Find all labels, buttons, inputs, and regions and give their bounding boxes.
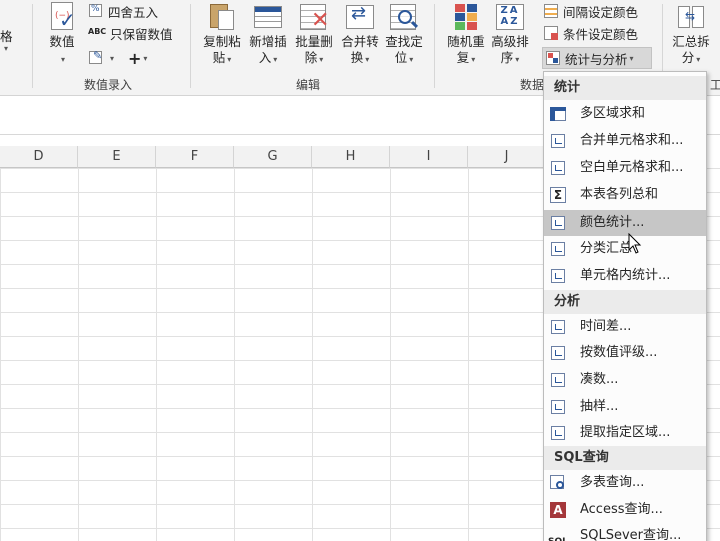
edit-sheet-icon: ✎ [88,49,104,66]
sheet-icon [550,399,566,415]
menu-item-time-difference[interactable]: 时间差... [544,314,706,340]
delete-sheet-icon: ✕ [299,2,329,32]
sheet-icon [550,425,566,441]
stats-analysis-button[interactable]: 统计与分析 ▾ [542,47,652,69]
chevron-down-icon: ▾ [471,55,476,64]
stats-sheet-icon [545,50,561,66]
chevron-down-icon: ▾ [273,55,278,64]
random-repeat-button[interactable]: 随机重 复 ▾ [444,2,488,68]
group-separator [32,4,33,88]
menu-section-statistics: 统计 [544,76,706,100]
sheet-icon [550,345,566,361]
menu-item-merged-cell-sum[interactable]: 合并单元格求和... [544,128,706,154]
sheet-icon [550,160,566,176]
menu-section-analysis: 分析 [544,290,706,314]
chevron-down-icon: ▾ [60,55,65,64]
menu-item-sampling[interactable]: 抽样... [544,394,706,420]
chevron-down-icon: ▾ [4,44,9,53]
sort-az-icon: ZAAZ [495,2,525,32]
access-icon: A [550,502,566,518]
group-label-data: 数据 [520,78,545,92]
plus-button[interactable]: + ▾ [128,47,147,69]
menu-item-make-up-number[interactable]: 凑数... [544,367,706,393]
insert-rows-icon [253,2,283,32]
copy-paste-button[interactable]: 复制粘 贴 ▾ [200,2,244,68]
menu-item-multi-area-sum[interactable]: 多区域求和 [544,101,706,127]
chevron-down-icon: ▾ [110,53,115,63]
column-header-f[interactable]: F [156,146,234,168]
merge-convert-icon: ⇄ [345,2,375,32]
edit-check-button[interactable]: ✎ ▾ [88,47,114,69]
keep-value-button[interactable]: ABC 只保留数值 [88,22,173,44]
sigma-icon: Σ [550,187,566,203]
chevron-down-icon: ▾ [143,53,148,63]
sheet-icon [550,372,566,388]
chevron-down-icon: ▾ [515,55,520,64]
sql-icon: SQL [548,528,572,541]
merge-convert-button[interactable]: ⇄ 合并转 换 ▾ [338,2,382,68]
column-header-e[interactable]: E [78,146,156,168]
chevron-down-icon: ▾ [319,55,324,64]
sheet-icon [550,133,566,149]
group-label-partial: 工 [710,78,720,92]
mouse-cursor-icon [628,233,642,254]
condition-color-button[interactable]: 条件设定颜色 [543,22,638,44]
plus-icon: + [128,48,142,68]
menu-item-multi-table-query[interactable]: 多表查询... [544,470,706,496]
interval-color-button[interactable]: 间隔设定颜色 [543,0,638,22]
value-button[interactable]: (−) ✓ 数值 ▾ [44,2,80,68]
group-separator [434,4,435,88]
column-header-d[interactable]: D [0,146,78,168]
abc-icon: ABC [88,27,107,36]
chevron-down-icon: ▾ [227,55,232,64]
random-blocks-icon [451,2,481,32]
chevron-down-icon: ▾ [696,55,701,64]
menu-item-color-statistics[interactable]: 颜色统计... [544,210,706,236]
stats-analysis-menu: 统计 多区域求和 合并单元格求和... 空白单元格求和... Σ 本表各列总和 … [543,71,707,541]
value-check-icon: (−) ✓ [47,2,77,32]
chevron-down-icon: ▾ [365,55,370,64]
menu-item-access-query[interactable]: A Access查询... [544,497,706,523]
menu-item-value-rating[interactable]: 按数值评级... [544,340,706,366]
sheet-icon [550,215,566,231]
column-header-j[interactable]: J [468,146,546,168]
interval-color-icon [543,3,559,19]
column-header-g[interactable]: G [234,146,312,168]
menu-item-blank-cell-sum[interactable]: 空白单元格求和... [544,155,706,181]
table-search-icon [550,475,566,491]
condition-color-icon [543,25,559,41]
summary-split-icon: ⇆ [676,2,706,32]
advanced-sort-button[interactable]: ZAAZ 高级排 序 ▾ [488,2,532,68]
chevron-down-icon: ▾ [409,55,414,64]
round-icon: % [88,3,104,19]
sheet-icon [550,241,566,257]
find-locate-button[interactable]: 查找定 位 ▾ [382,2,426,68]
clipboard-icon [207,2,237,32]
column-header-h[interactable]: H [312,146,390,168]
menu-item-subtotal[interactable]: 分类汇总 [544,236,706,262]
sheet-icon [550,268,566,284]
group-label-number: 数值录入 [84,78,133,92]
menu-item-column-totals[interactable]: Σ 本表各列总和 [544,182,706,208]
column-header-i[interactable]: I [390,146,468,168]
sheet-icon [550,319,566,335]
menu-item-extract-range[interactable]: 提取指定区域... [544,420,706,446]
chevron-down-icon: ▾ [629,53,634,63]
menu-item-sqlserver-query[interactable]: SQL SQLSever查询... [544,523,706,541]
menu-item-in-cell-stats[interactable]: 单元格内统计... [544,263,706,289]
batch-delete-button[interactable]: ✕ 批量删 除 ▾ [292,2,336,68]
group-label-edit: 编辑 [296,78,321,92]
round-button[interactable]: % 四舍五入 [88,0,158,22]
ribbon-partial-left: 格 [0,29,13,44]
magnifier-icon [389,2,419,32]
group-separator [190,4,191,88]
multi-area-sum-icon [550,106,566,122]
menu-section-sql: SQL查询 [544,446,706,470]
insert-button[interactable]: 新增插 入 ▾ [246,2,290,68]
summary-split-button[interactable]: ⇆ 汇总拆 分 ▾ [668,2,714,68]
